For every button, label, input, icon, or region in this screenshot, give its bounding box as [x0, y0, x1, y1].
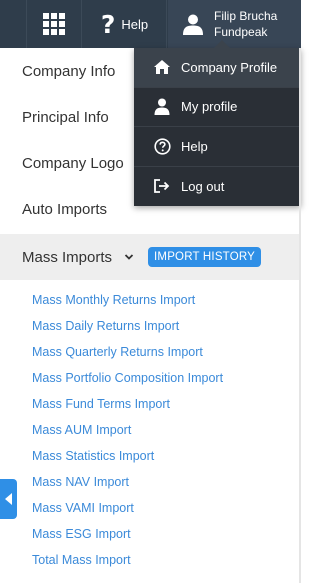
company-name: Fundpeak	[214, 25, 268, 39]
list-item[interactable]: Mass Daily Returns Import	[0, 313, 301, 339]
list-item[interactable]: Mass VAMI Import	[0, 495, 301, 521]
menu-item-label: Help	[181, 138, 208, 154]
sidebar-toggle-button[interactable]	[0, 479, 17, 519]
menu-item-company-profile[interactable]: Company Profile	[134, 48, 301, 88]
apps-button[interactable]	[26, 0, 82, 48]
menu-item-label: My profile	[181, 99, 238, 115]
home-icon	[152, 57, 172, 77]
menu-item-label: Company Profile	[181, 59, 278, 75]
nav-item-label: Mass Imports	[22, 248, 113, 266]
nav-item-label: Company Info	[22, 62, 116, 80]
help-circle-icon	[152, 136, 172, 156]
help-label: Help	[121, 16, 149, 32]
list-item[interactable]: Mass ESG Import	[0, 521, 301, 547]
list-item[interactable]: Total Mass Import	[0, 547, 301, 573]
nav-item-label: Company Logo	[22, 154, 124, 172]
chevron-down-icon[interactable]	[124, 252, 134, 262]
user-menu-button[interactable]: Filip Brucha Fundpeak	[168, 0, 301, 48]
user-icon	[183, 14, 203, 35]
dropdown-caret	[214, 40, 230, 48]
user-dropdown-menu: Company Profile My profile Help Log out	[134, 40, 301, 207]
logout-icon	[152, 176, 172, 196]
menu-item-my-profile[interactable]: My profile	[134, 88, 301, 127]
menu-item-log-out[interactable]: Log out	[134, 167, 301, 207]
mass-imports-list: Mass Monthly Returns Import Mass Daily R…	[0, 287, 301, 573]
list-item[interactable]: Mass Statistics Import	[0, 443, 301, 469]
scrollbar-track[interactable]	[299, 48, 301, 583]
help-button[interactable]: ? Help	[83, 0, 167, 48]
top-bar: ? Help Filip Brucha Fundpeak	[0, 0, 301, 48]
list-item[interactable]: Mass NAV Import	[0, 469, 301, 495]
list-item[interactable]: Mass Monthly Returns Import	[0, 287, 301, 313]
list-item[interactable]: Mass Quarterly Returns Import	[0, 339, 301, 365]
user-icon	[152, 97, 172, 117]
import-history-button[interactable]: IMPORT HISTORY	[148, 247, 262, 267]
caret-left-icon	[4, 493, 12, 505]
apps-grid-icon	[43, 13, 65, 35]
nav-item-label: Auto Imports	[22, 200, 108, 218]
question-icon: ?	[100, 9, 116, 39]
menu-item-label: Log out	[181, 178, 225, 194]
user-name: Filip Brucha	[214, 9, 278, 23]
menu-item-help[interactable]: Help	[134, 127, 301, 167]
list-item[interactable]: Mass Portfolio Composition Import	[0, 365, 301, 391]
nav-item-label: Principal Info	[22, 108, 109, 126]
list-item[interactable]: Mass Fund Terms Import	[0, 391, 301, 417]
list-item[interactable]: Mass AUM Import	[0, 417, 301, 443]
nav-item-mass-imports[interactable]: Mass Imports IMPORT HISTORY	[0, 234, 301, 280]
